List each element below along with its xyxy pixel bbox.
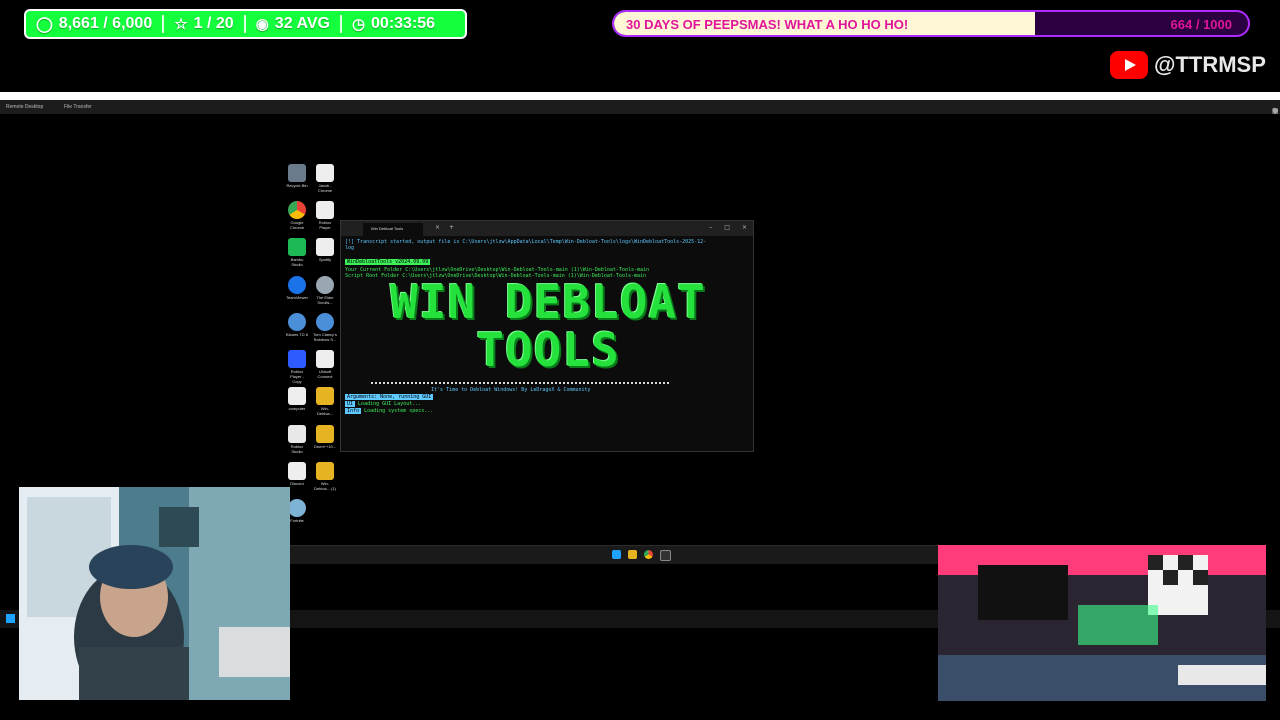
folder-icon [316, 387, 334, 405]
desktop-icon[interactable]: The Elder Scrolls... [313, 276, 337, 305]
file-icon [288, 387, 306, 405]
desktop-icon[interactable]: Bloons TD 6 [285, 313, 309, 337]
time-value: 00:33:56 [371, 15, 436, 32]
goal-title: 30 DAYS OF PEEPSMAS! WHAT A HO HO HO! [626, 17, 909, 32]
file-icon [316, 350, 334, 368]
remote-taskbar [290, 545, 938, 564]
file-icon [316, 164, 334, 182]
version-tag: WinDebloatTools v2024.09.09 [345, 259, 431, 265]
streamer-webcam [19, 487, 290, 700]
goal-count: 664 / 1000 [1170, 17, 1232, 32]
terminal-line: [!] Transcript started, output file is C… [345, 239, 707, 245]
youtube-handle: @TTRMSP [1154, 52, 1266, 77]
chrome-icon[interactable] [644, 550, 653, 559]
dotted-divider [371, 382, 669, 384]
minimize-icon[interactable]: – [709, 224, 712, 231]
terminal-line: WinDebloatTools v2024.09.09 [345, 259, 431, 265]
desktop-icon[interactable]: Roblox Studio [285, 425, 309, 454]
stars-value: 1 / 20 [193, 15, 234, 32]
start-icon[interactable] [6, 614, 15, 623]
recycle-bin-icon [288, 164, 306, 182]
tab-file-transfer[interactable]: File Transfer [64, 104, 92, 110]
youtube-icon [1110, 51, 1148, 79]
teamviewer-icon [288, 276, 306, 294]
terminal-window[interactable]: Win Debloat Tools + × – □ × [!] Transcri… [340, 220, 754, 452]
fortnite-icon [288, 499, 306, 517]
game-icon [316, 313, 334, 331]
room-webcam [938, 545, 1266, 701]
views-value: 32 AVG [274, 15, 330, 32]
points-value: 8,661 / 6,000 [58, 15, 153, 32]
close-icon[interactable]: × [742, 224, 747, 231]
goal-progress-bar: 30 DAYS OF PEEPSMAS! WHAT A HO HO HO! 66… [612, 10, 1250, 37]
remote-window-titlebar[interactable] [0, 92, 1280, 100]
terminal-line: UI Loading GUI Layout... [345, 401, 422, 407]
folder-icon [316, 425, 334, 443]
terminal-tagline: It's Time to Debloat Windows! By LeDrago… [431, 387, 591, 393]
file-icon [288, 462, 306, 480]
banner-line-2: TOOLS [476, 323, 620, 377]
desktop-icon[interactable]: Jacob - Chrome [313, 164, 337, 193]
ribbon-icon: ◯ [36, 16, 53, 33]
terminal-icon[interactable] [660, 550, 671, 561]
desktop-icon[interactable]: Ubisoft Connect [313, 350, 337, 379]
terminal-line: Info Loading system specs... [345, 408, 434, 414]
clock-icon: ◷ [351, 16, 366, 33]
points-stat: ◯ 8,661 / 6,000 [26, 15, 162, 33]
stars-stat: ☆ 1 / 20 [164, 15, 243, 33]
new-tab-icon[interactable]: + [449, 224, 454, 231]
close-tab-icon[interactable]: × [435, 224, 440, 231]
desktop-icon[interactable]: Google Chrome [285, 201, 309, 230]
desktop-icon[interactable]: computer [285, 387, 309, 411]
youtube-handle-badge: @TTRMSP [1110, 50, 1266, 80]
roblox-studio-icon [288, 425, 306, 443]
time-stat: ◷ 00:33:56 [342, 15, 445, 33]
tab-remote-desktop[interactable]: Remote Desktop [6, 104, 43, 110]
star-icon: ☆ [174, 16, 188, 33]
desktop-icon[interactable]: Discord [285, 462, 309, 486]
maximize-icon[interactable]: □ [724, 224, 730, 231]
desktop-icon[interactable]: Win-Debloa... [313, 387, 337, 416]
desktop-icon[interactable]: TeamViewer [285, 276, 309, 300]
desktop-icon[interactable]: Win-Debloa... (1) [313, 462, 337, 491]
start-icon[interactable] [612, 550, 621, 559]
remote-tabs-bar: Remote Desktop File Transfer ⚙ ▢ ⚲ ▣ ✉ ●… [0, 100, 1280, 115]
stream-stats-bar: ◯ 8,661 / 6,000 ☆ 1 / 20 ◉ 32 AVG ◷ 00:3… [24, 9, 467, 39]
folder-icon [316, 462, 334, 480]
file-explorer-icon[interactable] [628, 550, 637, 559]
file-icon [316, 201, 334, 219]
file-icon [316, 238, 334, 256]
desktop-icon[interactable]: Tom Clancy's Rainbow S... [313, 313, 337, 342]
game-icon [316, 276, 334, 294]
desktop-icon[interactable]: Drum++10... [313, 425, 337, 449]
roblox-icon [288, 350, 306, 368]
desktop-icon[interactable]: Spotify [313, 238, 337, 262]
terminal-line: Arguments: None, running GUI [345, 394, 434, 400]
terminal-tab[interactable]: Win Debloat Tools [363, 223, 423, 236]
terminal-titlebar[interactable]: Win Debloat Tools + × – □ × [341, 221, 753, 236]
more-icon[interactable]: ⋮ [1272, 107, 1279, 115]
bambu-studio-icon [288, 238, 306, 256]
desktop-icon[interactable]: Bambu Studio [285, 238, 309, 267]
chrome-icon [288, 201, 306, 219]
desktop-icon[interactable]: Roblox Player [313, 201, 337, 230]
game-icon [288, 313, 306, 331]
eye-icon: ◉ [255, 16, 269, 33]
desktop-icon[interactable]: Roblox Player - Copy [285, 350, 309, 384]
desktop-icon[interactable]: Recycle Bin [285, 164, 309, 188]
banner-line-1: WIN DEBLOAT [390, 275, 706, 329]
views-stat: ◉ 32 AVG [246, 15, 340, 33]
terminal-line: log [345, 245, 355, 251]
